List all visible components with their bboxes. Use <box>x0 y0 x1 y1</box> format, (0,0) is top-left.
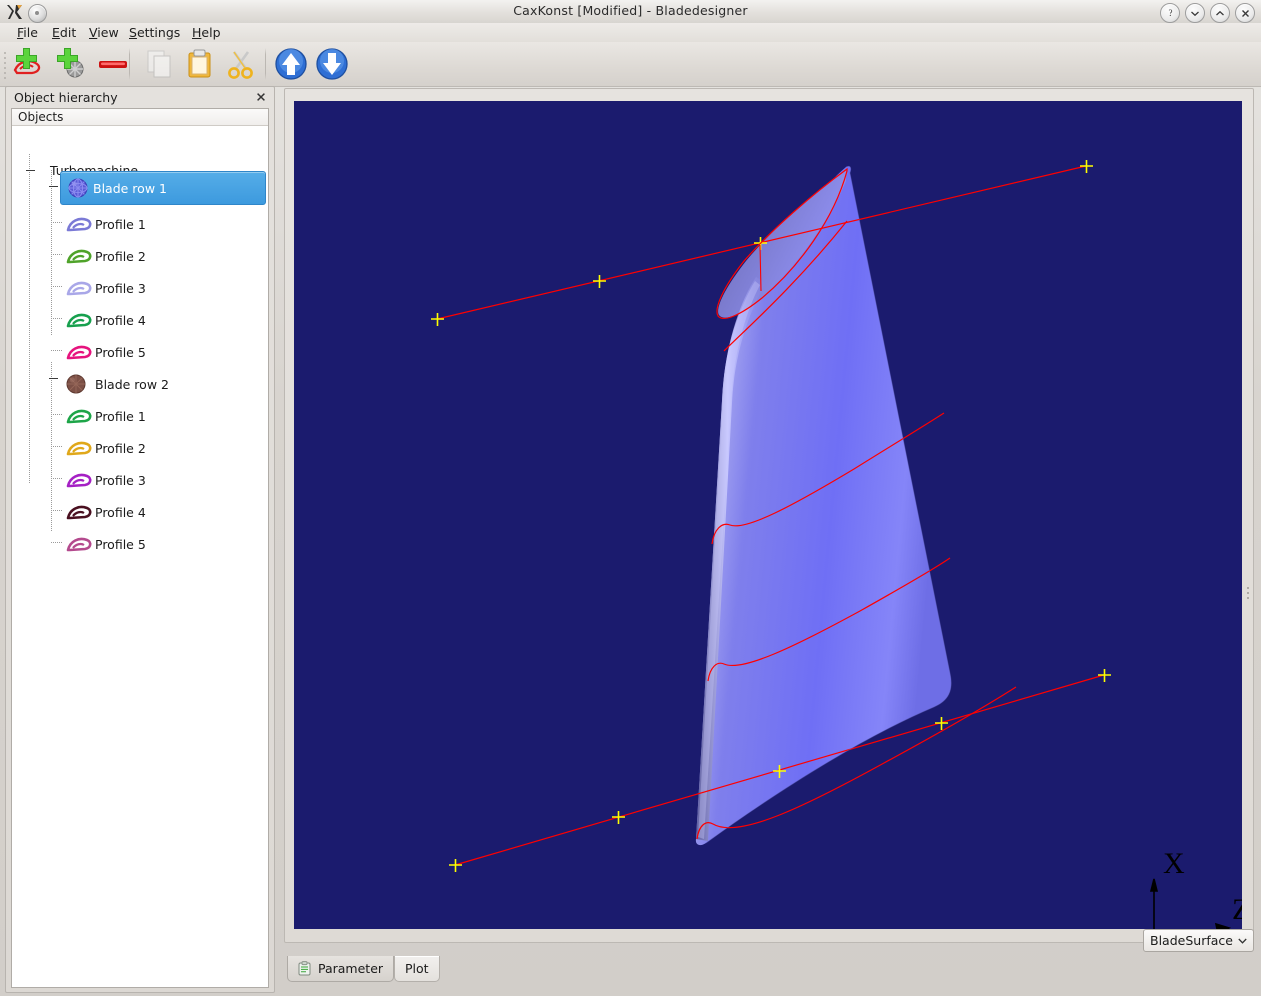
sphere-brown-icon <box>65 373 95 395</box>
tab-parameter[interactable]: Parameter <box>287 956 395 982</box>
tree-item-label: Profile 2 <box>95 440 146 456</box>
tree-item-label: Profile 2 <box>95 248 146 264</box>
svg-text:Z: Z <box>1232 893 1242 926</box>
clipboard-tab-icon <box>298 961 312 976</box>
expander-icon[interactable] <box>49 182 58 191</box>
airfoil-icon <box>65 469 95 491</box>
tree-item-label: Blade row 1 <box>93 180 167 196</box>
tree-item-blade-row-2-profile-5[interactable]: Profile 5 <box>65 528 146 560</box>
airfoil-icon <box>65 341 95 363</box>
move-down-button[interactable] <box>312 44 352 84</box>
close-icon[interactable] <box>254 90 268 104</box>
tree-item-blade-row-1-profile-1[interactable]: Profile 1 <box>65 208 146 240</box>
tree-item-blade-row-2-profile-4[interactable]: Profile 4 <box>65 496 146 528</box>
tree-item-blade-row-1-profile-5[interactable]: Profile 5 <box>65 336 146 368</box>
toolbar-separator <box>129 48 130 80</box>
airfoil-icon <box>65 309 95 331</box>
move-up-button[interactable] <box>271 44 311 84</box>
window-title: CaxKonst [Modified] - Bladedesigner <box>513 3 748 18</box>
blade-3d-viewport[interactable]: X Z Y <box>294 101 1242 929</box>
menu-file[interactable]: File <box>10 25 45 40</box>
tree-item-blade-row-1-profile-3[interactable]: Profile 3 <box>65 272 146 304</box>
plot-object-select[interactable]: BladeSurface <box>1143 929 1254 952</box>
tree-item-label: Profile 5 <box>95 344 146 360</box>
tab-plot-label: Plot <box>405 961 429 976</box>
tree-item-label: Profile 3 <box>95 472 146 488</box>
airfoil-icon <box>65 405 95 427</box>
airfoil-icon <box>65 533 95 555</box>
airfoil-icon <box>65 245 95 267</box>
airfoil-icon <box>65 277 95 299</box>
copy-button[interactable] <box>140 44 180 84</box>
tree-column-header: Objects <box>12 109 268 126</box>
menu-bar: File Edit View Settings Help <box>0 23 1261 42</box>
tree-item-label: Profile 4 <box>95 504 146 520</box>
tree-item-blade-row-2[interactable]: Blade row 2 <box>65 368 169 400</box>
object-hierarchy-dock: Object hierarchy Objects Turbomachine Bl… <box>5 86 275 993</box>
help-button[interactable]: ? <box>1160 3 1180 23</box>
sphere-blue-icon <box>67 177 93 199</box>
cut-button[interactable] <box>221 44 261 84</box>
bottom-tab-strip: Parameter Plot <box>284 956 1261 982</box>
dock-title: Object hierarchy <box>14 90 118 105</box>
tree-body: Turbomachine Blade row 1 Profile 1 Profi… <box>12 126 268 986</box>
airfoil-icon <box>65 501 95 523</box>
tree-item-label: Profile 1 <box>95 408 146 424</box>
object-tree[interactable]: Objects Turbomachine Blade row 1 Profile… <box>11 108 269 988</box>
tree-item-label: Blade row 2 <box>95 376 169 392</box>
expander-icon[interactable] <box>49 374 58 383</box>
tree-item-blade-row-2-profile-2[interactable]: Profile 2 <box>65 432 146 464</box>
remove-button[interactable] <box>93 44 133 84</box>
window-controls: ? <box>1160 3 1255 23</box>
toolbar-separator <box>265 48 266 80</box>
menu-settings[interactable]: Settings <box>122 25 187 40</box>
tree-item-label: Profile 5 <box>95 536 146 552</box>
add-blade-row-button[interactable] <box>51 44 91 84</box>
plot-object-select-value: BladeSurface <box>1150 933 1233 948</box>
tree-column-header-label: Objects <box>18 110 64 124</box>
tree-item-label: Profile 1 <box>95 216 146 232</box>
application-window: CaxKonst [Modified] - Bladedesigner ? Fi… <box>0 0 1261 996</box>
tab-plot[interactable]: Plot <box>394 956 440 982</box>
menu-view[interactable]: View <box>82 25 126 40</box>
menu-edit[interactable]: Edit <box>45 25 83 40</box>
tree-item-label: Profile 4 <box>95 312 146 328</box>
chevron-down-icon <box>1238 938 1247 944</box>
tree-item-blade-row-1-profile-4[interactable]: Profile 4 <box>65 304 146 336</box>
minimize-button[interactable] <box>1185 3 1205 23</box>
svg-text:X: X <box>1163 847 1185 880</box>
menu-help[interactable]: Help <box>185 25 228 40</box>
tree-item-blade-row-1-profile-2[interactable]: Profile 2 <box>65 240 146 272</box>
expander-icon[interactable] <box>26 166 35 175</box>
add-profile-button[interactable] <box>10 44 50 84</box>
view-splitter-handle[interactable] <box>1246 584 1251 600</box>
close-button[interactable] <box>1235 3 1255 23</box>
tree-item-blade-row-2-profile-3[interactable]: Profile 3 <box>65 464 146 496</box>
tree-item-blade-row-1[interactable]: Blade row 1 <box>60 171 266 205</box>
tree-item-blade-row-2-profile-1[interactable]: Profile 1 <box>65 400 146 432</box>
paste-button[interactable] <box>180 44 220 84</box>
title-bar: CaxKonst [Modified] - Bladedesigner ? <box>0 0 1261 24</box>
svg-text:?: ? <box>1168 8 1172 18</box>
tab-parameter-label: Parameter <box>318 961 384 976</box>
toolbar-grip[interactable] <box>3 49 7 79</box>
tree-item-label: Profile 3 <box>95 280 146 296</box>
airfoil-icon <box>65 437 95 459</box>
plot-view-pane: X Z Y <box>284 88 1254 943</box>
airfoil-icon <box>65 213 95 235</box>
maximize-button[interactable] <box>1210 3 1230 23</box>
